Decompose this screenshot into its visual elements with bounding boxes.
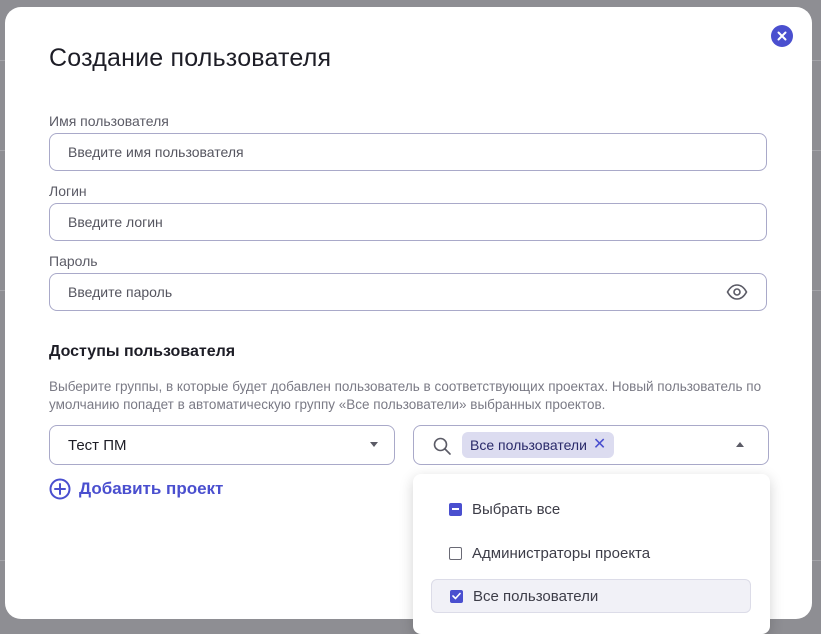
login-field-wrapper <box>49 203 767 241</box>
access-section-title: Доступы пользователя <box>49 343 236 360</box>
option-project-admins[interactable]: Администраторы проекта <box>431 536 751 570</box>
chip-remove-icon[interactable]: ✕ <box>593 437 606 453</box>
groups-select[interactable]: Все пользователи ✕ <box>413 425 769 465</box>
option-label: Все пользователи <box>473 587 599 605</box>
username-input[interactable] <box>50 134 766 170</box>
modal-title: Создание пользователя <box>49 44 332 72</box>
chevron-up-icon <box>736 442 744 447</box>
chevron-down-icon <box>370 442 378 447</box>
password-label: Пароль <box>49 253 98 269</box>
add-project-button[interactable]: Добавить проект <box>49 478 223 500</box>
access-section-description: Выберите группы, в которые будет добавле… <box>49 379 762 412</box>
eye-icon[interactable] <box>726 283 748 301</box>
project-select[interactable]: Тест ПМ <box>49 425 395 465</box>
username-field-wrapper <box>49 133 767 171</box>
option-all-users[interactable]: Все пользователи <box>431 579 751 613</box>
close-button[interactable] <box>771 25 793 47</box>
groups-dropdown: Выбрать все Администраторы проекта Все п… <box>413 474 770 634</box>
checkmark-icon <box>452 592 461 600</box>
add-circle-icon <box>49 478 71 500</box>
password-input[interactable] <box>50 274 766 310</box>
add-project-label: Добавить проект <box>79 479 224 498</box>
selected-group-chip: Все пользователи ✕ <box>462 432 615 458</box>
login-label: Логин <box>49 183 87 199</box>
chip-label: Все пользователи <box>470 437 587 453</box>
checkbox-indeterminate-icon[interactable] <box>449 502 462 516</box>
project-select-value: Тест ПМ <box>68 437 127 454</box>
search-icon <box>433 437 451 455</box>
checkbox-checked-icon[interactable] <box>450 589 463 603</box>
checkbox-empty-icon[interactable] <box>449 546 462 560</box>
option-label: Выбрать все <box>472 500 561 518</box>
option-label: Администраторы проекта <box>472 544 651 562</box>
login-input[interactable] <box>50 204 766 240</box>
username-label: Имя пользователя <box>49 113 169 129</box>
password-field-wrapper <box>49 273 767 311</box>
option-select-all[interactable]: Выбрать все <box>431 492 751 526</box>
close-icon <box>777 31 787 41</box>
